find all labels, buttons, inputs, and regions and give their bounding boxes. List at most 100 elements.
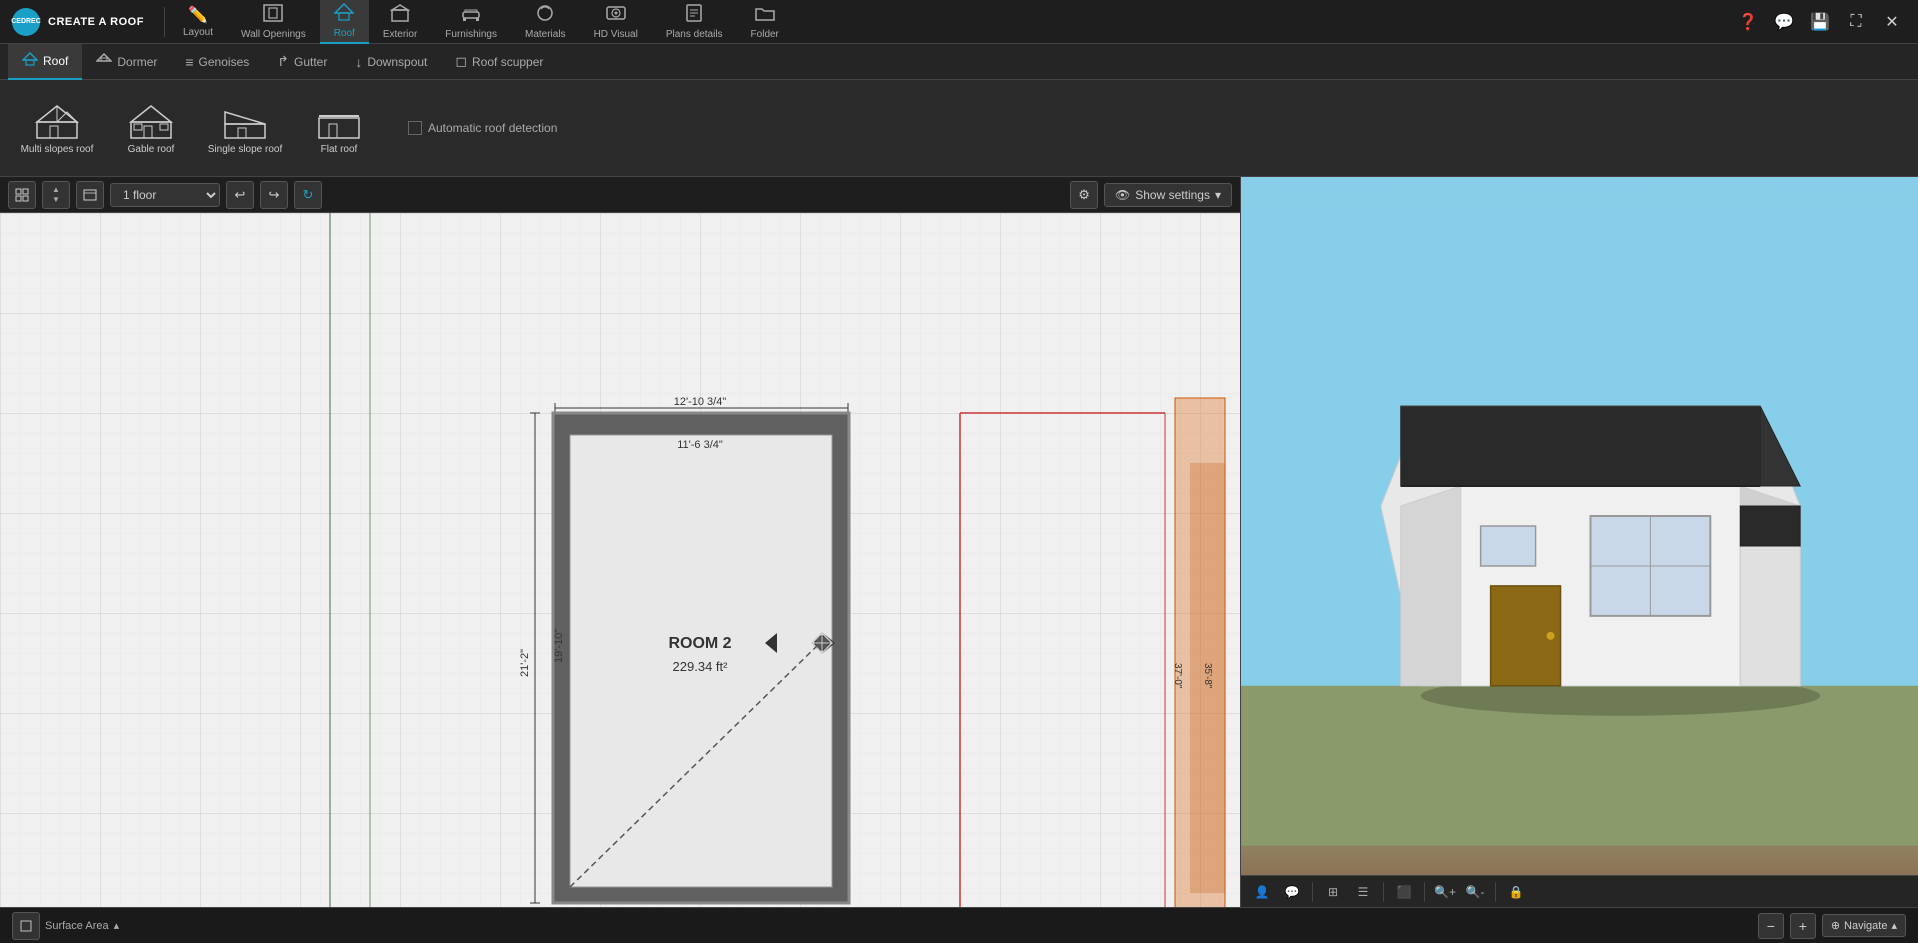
roof-label: Roof xyxy=(334,28,355,39)
svg-text:ROOM 2: ROOM 2 xyxy=(668,635,731,652)
navigate-chevron-icon: ▴ xyxy=(1891,919,1897,932)
chevron-up-icon: ▴ xyxy=(114,919,120,932)
top-toolbar: CEDREC CREATE A ROOF ✏️ Layout Wall Open… xyxy=(0,0,1918,44)
preview-panel: 👤 💬 ⊞ ☰ ⬛ 🔍+ 🔍- 🔒 xyxy=(1240,177,1918,907)
settings-icon-btn[interactable]: ⚙ xyxy=(1070,181,1098,209)
genoises-icon: ≡ xyxy=(185,54,193,70)
canvas-toolbar: ▲ ▼ 1 floor 2 floor ↩ ↪ ↻ ⚙ 👁 Show setti… xyxy=(0,177,1240,213)
roof-icon xyxy=(334,3,354,26)
chevron-down-icon: ▾ xyxy=(1215,188,1221,202)
auto-detect-checkbox[interactable] xyxy=(408,121,422,135)
redo-btn[interactable]: ↪ xyxy=(260,181,288,209)
tab-gutter[interactable]: ↱ Gutter xyxy=(263,44,341,80)
preview-list-icon[interactable]: ☰ xyxy=(1350,879,1376,905)
logo-area: CEDREC CREATE A ROOF xyxy=(0,8,160,36)
navigate-btn[interactable]: ⊕ Navigate ▴ xyxy=(1822,914,1906,937)
preview-divider-1 xyxy=(1312,882,1313,902)
svg-text:12'-10 3/4": 12'-10 3/4" xyxy=(674,396,727,408)
preview-zoom-out-icon[interactable]: 🔍- xyxy=(1462,879,1488,905)
toolbar-wall-openings[interactable]: Wall Openings xyxy=(227,0,320,44)
help-icon[interactable]: ❓ xyxy=(1734,8,1762,36)
toolbar-plans-details[interactable]: Plans details xyxy=(652,0,737,44)
tab-gutter-label: Gutter xyxy=(294,55,327,69)
materials-icon xyxy=(535,4,555,27)
preview-divider-2 xyxy=(1383,882,1384,902)
floor-select[interactable]: 1 floor 2 floor xyxy=(110,183,220,207)
show-settings-btn[interactable]: 👁 Show settings ▾ xyxy=(1104,183,1232,207)
close-icon[interactable]: ✕ xyxy=(1878,8,1906,36)
canvas-toolbar-right: ⚙ 👁 Show settings ▾ xyxy=(1070,181,1232,209)
grid-toggle-btn[interactable] xyxy=(8,181,36,209)
tab-downspout[interactable]: ↓ Downspout xyxy=(341,44,441,80)
folder-icon xyxy=(755,4,775,27)
toolbar-right-actions: ❓ 💬 💾 ⛶ ✕ xyxy=(1734,8,1918,36)
downspout-icon: ↓ xyxy=(355,54,362,70)
floor-icon-btn[interactable] xyxy=(76,181,104,209)
toolbar-furnishings[interactable]: Furnishings xyxy=(431,0,511,44)
roof-scupper-icon: ◻ xyxy=(455,53,467,70)
svg-text:35'-8": 35'-8" xyxy=(1202,663,1213,689)
undo-btn[interactable]: ↩ xyxy=(226,181,254,209)
app-logo: CEDREC xyxy=(12,8,40,36)
surface-area-label: Surface Area xyxy=(45,920,109,932)
navigate-icon: ⊕ xyxy=(1831,919,1840,932)
roof-type-single-slope[interactable]: Single slope roof xyxy=(200,88,290,168)
materials-label: Materials xyxy=(525,29,566,40)
grid-canvas[interactable]: 12'-10 3/4" 11'-6 3/4" 21'-2" 19'-10" RO… xyxy=(0,213,1240,907)
fullscreen-icon[interactable]: ⛶ xyxy=(1842,8,1870,36)
toolbar-roof[interactable]: Roof xyxy=(320,0,369,44)
dormer-icon xyxy=(96,53,112,70)
tab-dormer-label: Dormer xyxy=(117,55,157,69)
status-bar: Surface Area ▴ − + ⊕ Navigate ▴ xyxy=(0,907,1918,943)
wall-openings-icon xyxy=(263,4,283,27)
tab-roof-scupper[interactable]: ◻ Roof scupper xyxy=(441,44,557,80)
hd-visual-label: HD Visual xyxy=(594,29,638,40)
layout-label: Layout xyxy=(183,27,213,38)
toolbar-folder[interactable]: Folder xyxy=(737,0,793,44)
roof-type-gable[interactable]: Gable roof xyxy=(106,88,196,168)
preview-divider-3 xyxy=(1424,882,1425,902)
tab-genoises[interactable]: ≡ Genoises xyxy=(171,44,263,80)
preview-person-icon[interactable]: 👤 xyxy=(1249,879,1275,905)
preview-3d-view[interactable] xyxy=(1241,177,1918,875)
roof-type-multi-slopes[interactable]: Multi slopes roof xyxy=(12,88,102,168)
up-arrow-btn[interactable]: ▲ ▼ xyxy=(42,181,70,209)
folder-label: Folder xyxy=(751,29,779,40)
preview-cube-icon[interactable]: ⬛ xyxy=(1391,879,1417,905)
toolbar-layout[interactable]: ✏️ Layout xyxy=(169,0,227,44)
toolbar-materials[interactable]: Materials xyxy=(511,0,580,44)
furnishings-icon xyxy=(461,4,481,27)
main-area: ▲ ▼ 1 floor 2 floor ↩ ↪ ↻ ⚙ 👁 Show setti… xyxy=(0,177,1918,907)
save-icon[interactable]: 💾 xyxy=(1806,8,1834,36)
toolbar-exterior[interactable]: Exterior xyxy=(369,0,431,44)
svg-text:21'-2": 21'-2" xyxy=(519,649,531,677)
svg-text:37'-0": 37'-0" xyxy=(1172,663,1183,689)
preview-grid-icon[interactable]: ⊞ xyxy=(1320,879,1346,905)
canvas-wrapper: ▲ ▼ 1 floor 2 floor ↩ ↪ ↻ ⚙ 👁 Show setti… xyxy=(0,177,1240,907)
roof-type-flat[interactable]: Flat roof xyxy=(294,88,384,168)
flat-house-icon xyxy=(314,102,364,140)
tab-downspout-label: Downspout xyxy=(367,55,427,69)
toolbar-divider-1 xyxy=(164,7,165,37)
preview-lock-icon[interactable]: 🔒 xyxy=(1503,879,1529,905)
tab-dormer[interactable]: Dormer xyxy=(82,44,171,80)
zoom-in-btn[interactable]: + xyxy=(1790,913,1816,939)
refresh-btn[interactable]: ↻ xyxy=(294,181,322,209)
tab-genoises-label: Genoises xyxy=(199,55,250,69)
gutter-icon: ↱ xyxy=(277,53,289,70)
multi-slopes-label: Multi slopes roof xyxy=(21,144,94,155)
page-title: CREATE A ROOF xyxy=(48,16,144,28)
toolbar-hd-visual[interactable]: HD Visual xyxy=(580,0,652,44)
secondary-toolbar: Roof Dormer ≡ Genoises ↱ Gutter ↓ Downsp… xyxy=(0,44,1918,80)
tab-roof[interactable]: Roof xyxy=(8,44,82,80)
hd-visual-icon xyxy=(606,4,626,27)
zoom-out-btn[interactable]: − xyxy=(1758,913,1784,939)
chat-icon[interactable]: 💬 xyxy=(1770,8,1798,36)
preview-chat-icon[interactable]: 💬 xyxy=(1279,879,1305,905)
auto-detect-label: Automatic roof detection xyxy=(428,121,557,135)
status-left: Surface Area ▴ xyxy=(12,912,119,940)
roof-tab-icon xyxy=(22,52,38,69)
preview-zoom-in-icon[interactable]: 🔍+ xyxy=(1432,879,1458,905)
roof-type-panel: Multi slopes roof Gable roof Single slop… xyxy=(0,80,1918,177)
preview-3d-svg xyxy=(1241,177,1918,875)
